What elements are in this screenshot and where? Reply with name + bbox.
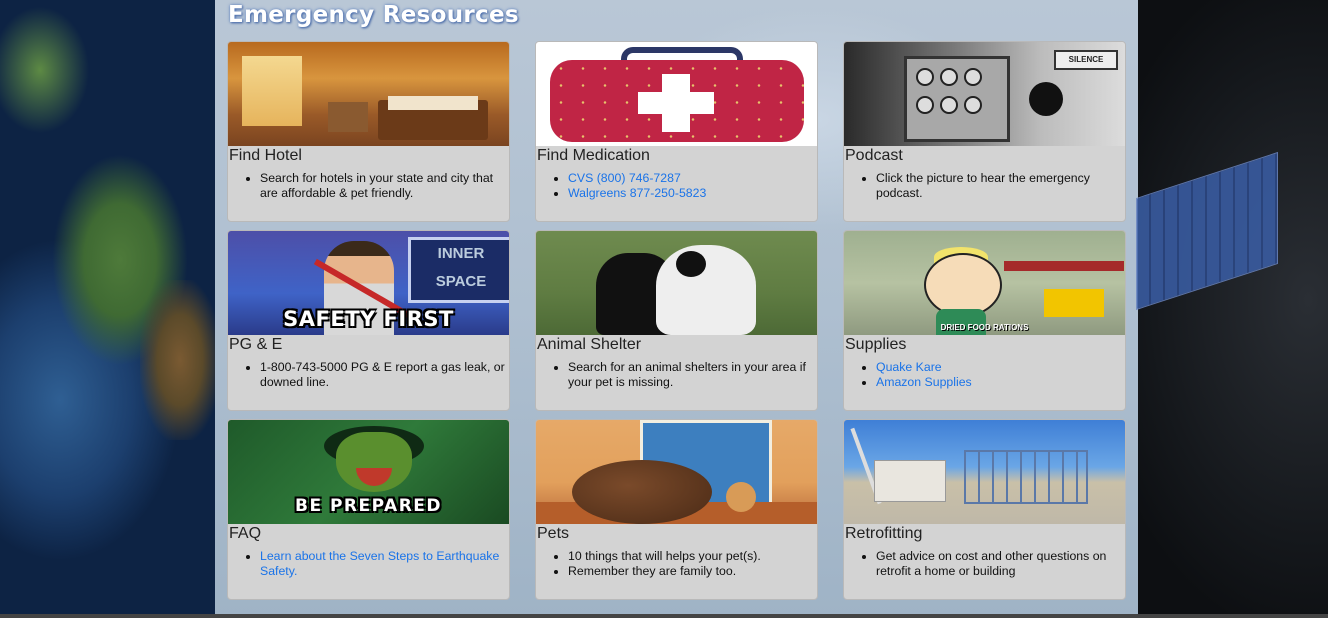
card-list: 10 things that will helps your pet(s). R… bbox=[536, 549, 817, 579]
list-item: Get advice on cost and other questions o… bbox=[876, 549, 1125, 579]
card-title: Supplies bbox=[845, 336, 907, 353]
list-item: Remember they are family too. bbox=[568, 564, 817, 579]
retrofit-image[interactable] bbox=[844, 420, 1125, 524]
page-title: Emergency Resources bbox=[228, 2, 519, 28]
image-caption: DRIED FOOD RATIONS bbox=[940, 323, 1029, 332]
card-list: Search for an animal shelters in your ar… bbox=[536, 360, 817, 390]
card-title: Find Hotel bbox=[229, 147, 302, 164]
silence-sign: SILENCE bbox=[1054, 50, 1118, 70]
bottom-bar bbox=[0, 614, 1328, 618]
list-item: Search for an animal shelters in your ar… bbox=[568, 360, 817, 390]
card-list: Search for hotels in your state and city… bbox=[228, 171, 509, 201]
card-podcast: SILENCE Podcast Click the picture to hea… bbox=[843, 41, 1126, 222]
cvs-link[interactable]: CVS (800) 746-7287 bbox=[568, 171, 681, 185]
card-title: Pets bbox=[537, 525, 570, 542]
list-item: Quake Kare bbox=[876, 360, 1125, 375]
resource-grid: Find Hotel Search for hotels in your sta… bbox=[227, 41, 1126, 600]
list-item: 1-800-743-5000 PG & E report a gas leak,… bbox=[260, 360, 509, 390]
tv-screen: INNER SPACE bbox=[408, 237, 509, 303]
card-find-hotel: Find Hotel Search for hotels in your sta… bbox=[227, 41, 510, 222]
card-title: PG & E bbox=[229, 336, 283, 353]
supplies-image[interactable]: DRIED FOOD RATIONS bbox=[844, 231, 1125, 335]
card-list: Quake Kare Amazon Supplies bbox=[844, 360, 1125, 390]
earth-image bbox=[0, 0, 220, 618]
seven-steps-link[interactable]: Learn about the Seven Steps to Earthquak… bbox=[260, 549, 499, 578]
card-list: Get advice on cost and other questions o… bbox=[844, 549, 1125, 579]
card-animal-shelter: Animal Shelter Search for an animal shel… bbox=[535, 230, 818, 411]
be-prepared-image[interactable]: BE PREPARED bbox=[228, 420, 509, 524]
list-item: Search for hotels in your state and city… bbox=[260, 171, 509, 201]
list-item: Click the picture to hear the emergency … bbox=[876, 171, 1125, 201]
dogs-image[interactable] bbox=[536, 231, 817, 335]
list-item: 10 things that will helps your pet(s). bbox=[568, 549, 817, 564]
list-item: Amazon Supplies bbox=[876, 375, 1125, 390]
safety-first-image[interactable]: INNER SPACE SAFETY FIRST bbox=[228, 231, 509, 335]
card-retrofitting: Retrofitting Get advice on cost and othe… bbox=[843, 419, 1126, 600]
card-list: Learn about the Seven Steps to Earthquak… bbox=[228, 549, 509, 579]
image-caption: SAFETY FIRST bbox=[283, 307, 454, 331]
podcast-image[interactable]: SILENCE bbox=[844, 42, 1125, 146]
space-image bbox=[1136, 0, 1328, 618]
hotel-image[interactable] bbox=[228, 42, 509, 146]
card-list: CVS (800) 746-7287 Walgreens 877-250-582… bbox=[536, 171, 817, 201]
list-item: Learn about the Seven Steps to Earthquak… bbox=[260, 549, 509, 579]
card-title: Animal Shelter bbox=[537, 336, 642, 353]
image-caption: BE PREPARED bbox=[294, 496, 443, 516]
list-item: Walgreens 877-250-5823 bbox=[568, 186, 817, 201]
card-title: Retrofitting bbox=[845, 525, 923, 542]
walgreens-link[interactable]: Walgreens 877-250-5823 bbox=[568, 186, 706, 200]
card-supplies: DRIED FOOD RATIONS Supplies Quake Kare A… bbox=[843, 230, 1126, 411]
card-pets: Pets 10 things that will helps your pet(… bbox=[535, 419, 818, 600]
card-title: Podcast bbox=[845, 147, 903, 164]
quake-kare-link[interactable]: Quake Kare bbox=[876, 360, 942, 374]
card-title: Find Medication bbox=[537, 147, 650, 164]
card-faq: BE PREPARED FAQ Learn about the Seven St… bbox=[227, 419, 510, 600]
card-list: Click the picture to hear the emergency … bbox=[844, 171, 1125, 201]
satellite-icon bbox=[1136, 151, 1278, 311]
card-list: 1-800-743-5000 PG & E report a gas leak,… bbox=[228, 360, 509, 390]
list-item: CVS (800) 746-7287 bbox=[568, 171, 817, 186]
amazon-supplies-link[interactable]: Amazon Supplies bbox=[876, 375, 972, 389]
card-pge: INNER SPACE SAFETY FIRST PG & E 1-800-74… bbox=[227, 230, 510, 411]
pets-image[interactable] bbox=[536, 420, 817, 524]
card-title: FAQ bbox=[229, 525, 262, 542]
first-aid-kit-image[interactable] bbox=[536, 42, 817, 146]
card-find-medication: Find Medication CVS (800) 746-7287 Walgr… bbox=[535, 41, 818, 222]
